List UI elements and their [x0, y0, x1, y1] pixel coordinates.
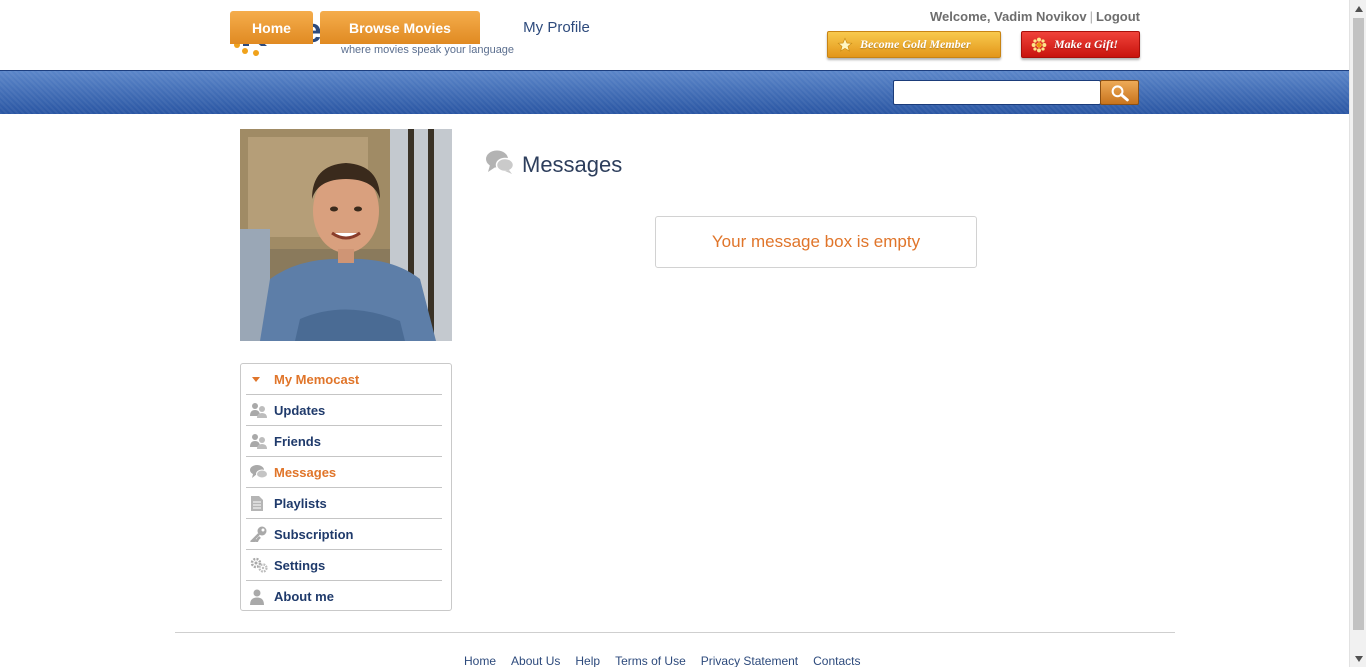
- footer-link-help[interactable]: Help: [575, 654, 600, 667]
- star-icon: [836, 36, 854, 54]
- person-icon: [246, 586, 274, 608]
- make-a-gift-label: Make a Gift!: [1054, 37, 1118, 51]
- speech-bubbles-icon: [246, 461, 274, 483]
- sidebar-item-label: My Memocast: [274, 371, 360, 387]
- make-a-gift-button[interactable]: Make a Gift!: [1021, 31, 1140, 58]
- sidebar-item-messages[interactable]: Messages: [246, 457, 442, 488]
- sidebar-item-friends[interactable]: Friends: [246, 426, 442, 457]
- search-input[interactable]: [893, 80, 1101, 105]
- logo-tagline: where movies speak your language: [341, 44, 515, 56]
- welcome-text: Welcome, Vadim Novikov: [930, 9, 1087, 24]
- page-scrollbar[interactable]: [1349, 0, 1366, 667]
- users-icon: [246, 399, 274, 421]
- tab-my-profile[interactable]: My Profile: [487, 10, 626, 45]
- gift-flower-icon: [1030, 36, 1048, 54]
- gears-icon: [246, 554, 274, 576]
- sidebar-item-label: Subscription: [274, 526, 354, 542]
- sidebar-item-settings[interactable]: Settings: [246, 550, 442, 581]
- sidebar-item-updates[interactable]: Updates: [246, 395, 442, 426]
- search-button[interactable]: [1100, 80, 1139, 105]
- footer-link-privacy-statement[interactable]: Privacy Statement: [701, 654, 798, 667]
- footer-divider: [175, 632, 1175, 633]
- sidebar-item-label: Messages: [274, 464, 337, 480]
- sidebar-item-label: Settings: [274, 557, 326, 573]
- main-nav-bar: [0, 70, 1349, 114]
- sidebar-item-about-me[interactable]: About me: [246, 581, 442, 612]
- footer-link-about-us[interactable]: About Us: [511, 654, 560, 667]
- scroll-up-arrow-icon[interactable]: [1350, 0, 1366, 17]
- page-title: Messages: [522, 151, 623, 177]
- welcome-separator: |: [1089, 9, 1093, 24]
- footer-links: Home About Us Help Terms of Use Privacy …: [464, 654, 875, 667]
- sidebar-item-label: Playlists: [274, 495, 327, 511]
- footer-link-terms-of-use[interactable]: Terms of Use: [615, 654, 686, 667]
- triangle-down-icon: [246, 368, 274, 390]
- users-icon: [246, 430, 274, 452]
- become-gold-member-button[interactable]: Become Gold Member: [827, 31, 1001, 58]
- sidebar-item-label: About me: [274, 589, 334, 604]
- speech-bubbles-icon: [486, 149, 515, 180]
- document-icon: [246, 492, 274, 514]
- sidebar-item-subscription[interactable]: Subscription: [246, 519, 442, 550]
- empty-messages-notice: Your message box is empty: [655, 216, 977, 268]
- sidebar-item-my-memocast[interactable]: My Memocast: [246, 364, 442, 395]
- become-gold-member-label: Become Gold Member: [860, 37, 971, 51]
- footer-link-contacts[interactable]: Contacts: [813, 654, 860, 667]
- profile-side-menu: My Memocast Updates Friends Messages Pla…: [240, 363, 452, 611]
- logout-link[interactable]: Logout: [1096, 9, 1140, 24]
- scroll-down-arrow-icon[interactable]: [1350, 650, 1366, 667]
- footer-link-home[interactable]: Home: [464, 654, 496, 667]
- sidebar-item-playlists[interactable]: Playlists: [246, 488, 442, 519]
- page-title-row: Messages: [486, 149, 622, 180]
- welcome-bar: Welcome, Vadim Novikov | Logout: [930, 9, 1140, 24]
- sidebar-item-label: Friends: [274, 433, 321, 449]
- scroll-thumb[interactable]: [1353, 18, 1364, 630]
- tab-browse-movies[interactable]: Browse Movies: [320, 11, 480, 44]
- tab-home[interactable]: Home: [230, 11, 313, 44]
- magnifier-icon: [1111, 84, 1129, 101]
- key-icon: [246, 523, 274, 545]
- profile-avatar: [240, 129, 452, 341]
- sidebar-item-label: Updates: [274, 402, 326, 418]
